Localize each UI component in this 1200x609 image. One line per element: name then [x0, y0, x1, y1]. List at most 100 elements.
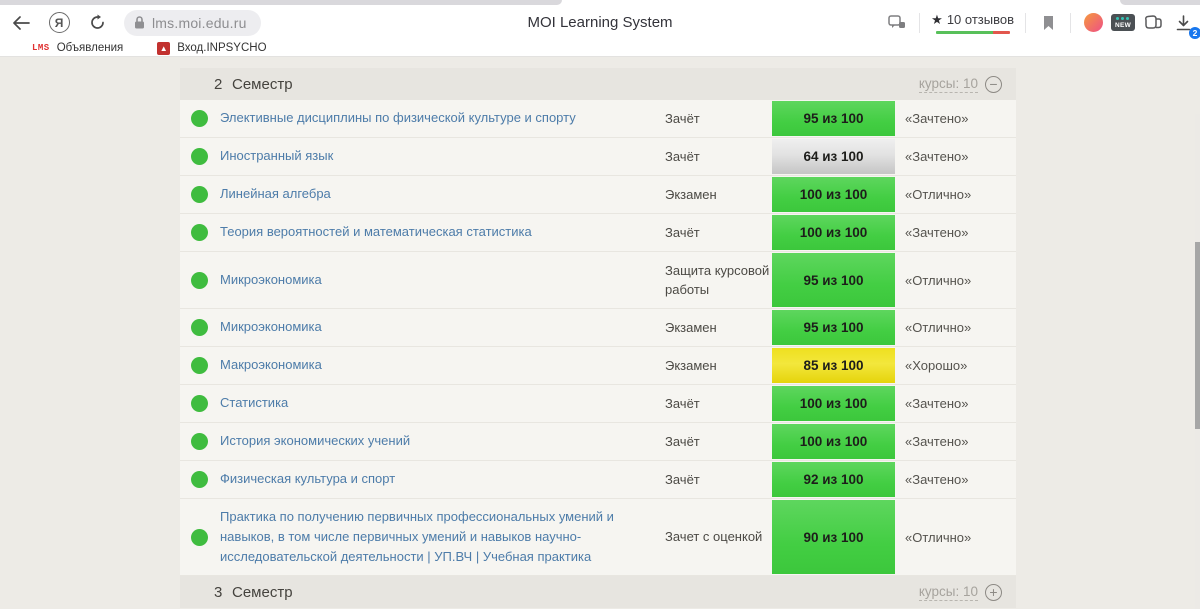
course-link[interactable]: Микроэкономика: [220, 317, 665, 337]
download-icon: [1176, 15, 1191, 31]
browser-toolbar: Я lms.moi.edu.ru MOI Learning System ★ 1…: [0, 5, 1200, 40]
table-row: История экономических учений Зачёт 100 и…: [180, 423, 1016, 461]
status-dot: [180, 529, 220, 546]
download-count-badge: 2: [1189, 27, 1200, 39]
assessment-type: Зачёт: [665, 138, 772, 175]
table-row: Линейная алгебра Экзамен 100 из 100 «Отл…: [180, 176, 1016, 214]
course-link[interactable]: Статистика: [220, 393, 665, 413]
scrollbar-thumb[interactable]: [1195, 242, 1200, 429]
assessment-type: Зачёт: [665, 461, 772, 498]
page-background: 2 Семестр курсы: 10 − Элективные дисципл…: [0, 57, 1200, 609]
new-feature-icon[interactable]: NEW: [1108, 9, 1138, 37]
status-dot: [180, 433, 220, 450]
bookmarks-bar: LMS Объявления ▲ Вход.INPSYCHO: [0, 40, 1200, 57]
status-dot: [180, 357, 220, 374]
assessment-type: Защита курсовой работы: [665, 252, 772, 308]
table-row: Статистика Зачёт 100 из 100 «Зачтено»: [180, 385, 1016, 423]
assessment-type: Зачет с оценкой: [665, 499, 772, 575]
score-badge: 90 из 100: [772, 500, 895, 574]
expand-icon[interactable]: +: [985, 584, 1002, 601]
collapse-icon[interactable]: −: [985, 76, 1002, 93]
address-bar[interactable]: lms.moi.edu.ru: [124, 10, 261, 36]
status-dot: [180, 186, 220, 203]
grade-text: «Отлично»: [895, 530, 1016, 545]
semester-2-header: 2 Семестр курсы: 10 −: [180, 68, 1016, 100]
status-dot: [180, 319, 220, 336]
grade-text: «Зачтено»: [895, 472, 1016, 487]
grade-text: «Зачтено»: [895, 434, 1016, 449]
table-row: Теория вероятностей и математическая ста…: [180, 214, 1016, 252]
assessment-type: Зачёт: [665, 214, 772, 251]
table-row: Физическая культура и спорт Зачёт 92 из …: [180, 461, 1016, 499]
status-dot: [180, 395, 220, 412]
score-badge: 100 из 100: [772, 424, 895, 459]
assessment-type: Экзамен: [665, 309, 772, 346]
yandex-menu-button[interactable]: Я: [44, 9, 74, 37]
score-badge: 95 из 100: [772, 101, 895, 136]
assessment-type: Зачёт: [665, 385, 772, 422]
grade-text: «Отлично»: [895, 320, 1016, 335]
score-badge: 100 из 100: [772, 177, 895, 212]
address-text: lms.moi.edu.ru: [152, 15, 247, 31]
table-row: Иностранный язык Зачёт 64 из 100 «Зачтен…: [180, 138, 1016, 176]
course-link[interactable]: Иностранный язык: [220, 146, 665, 166]
table-row: Микроэкономика Экзамен 95 из 100 «Отличн…: [180, 309, 1016, 347]
course-link[interactable]: История экономических учений: [220, 431, 665, 451]
downloads-button[interactable]: 2: [1168, 9, 1198, 37]
grade-text: «Зачтено»: [895, 149, 1016, 164]
status-dot: [180, 272, 220, 289]
reviews-widget[interactable]: ★ 10 отзывов: [927, 12, 1018, 34]
courses-count-link[interactable]: курсы: 10: [919, 76, 978, 93]
lock-icon: [134, 16, 145, 29]
status-dot: [180, 110, 220, 127]
score-badge: 100 из 100: [772, 386, 895, 421]
grade-text: «Отлично»: [895, 273, 1016, 288]
back-button[interactable]: [6, 9, 36, 37]
semester-3-expand[interactable]: курсы: 10 +: [919, 584, 1002, 601]
course-link[interactable]: Макроэкономика: [220, 355, 665, 375]
grade-text: «Хорошо»: [895, 358, 1016, 373]
assessment-type: Зачёт: [665, 100, 772, 137]
inpsycho-favicon: ▲: [157, 42, 170, 55]
score-badge: 64 из 100: [772, 139, 895, 174]
site-reviews-icon[interactable]: [882, 9, 912, 37]
separator: [1070, 13, 1071, 33]
grade-text: «Зачтено»: [895, 225, 1016, 240]
status-dot: [180, 224, 220, 241]
score-badge: 95 из 100: [772, 253, 895, 307]
grade-text: «Зачтено»: [895, 396, 1016, 411]
assessment-type: Экзамен: [665, 347, 772, 384]
yandex-logo-icon: Я: [49, 12, 70, 33]
assessment-type: Экзамен: [665, 176, 772, 213]
extension-browser-icon[interactable]: [1078, 9, 1108, 37]
course-link[interactable]: Линейная алгебра: [220, 184, 665, 204]
bookmark-item-announcements[interactable]: LMS Объявления: [32, 42, 123, 54]
status-dot: [180, 471, 220, 488]
course-link[interactable]: Элективные дисциплины по физической куль…: [220, 108, 665, 128]
gradebook-table: 2 Семестр курсы: 10 − Элективные дисципл…: [180, 68, 1016, 608]
courses-count-link[interactable]: курсы: 10: [919, 584, 978, 601]
grade-text: «Отлично»: [895, 187, 1016, 202]
reviews-count: 10 отзывов: [947, 12, 1014, 27]
bookmark-item-inpsycho[interactable]: ▲ Вход.INPSYCHO: [157, 42, 266, 55]
course-link[interactable]: Теория вероятностей и математическая ста…: [220, 222, 665, 242]
score-badge: 85 из 100: [772, 348, 895, 383]
collections-icon[interactable]: [1138, 9, 1168, 37]
separator: [919, 13, 920, 33]
table-row: Элективные дисциплины по физической куль…: [180, 100, 1016, 138]
table-row: Макроэкономика Экзамен 85 из 100 «Хорошо…: [180, 347, 1016, 385]
table-row: Микроэкономика Защита курсовой работы 95…: [180, 252, 1016, 309]
course-link[interactable]: Практика по получению первичных професси…: [220, 507, 665, 567]
assessment-type: Зачёт: [665, 423, 772, 460]
semester-2-collapse[interactable]: курсы: 10 −: [919, 76, 1002, 93]
grade-text: «Зачтено»: [895, 111, 1016, 126]
star-icon: ★: [931, 12, 943, 28]
lms-favicon: LMS: [32, 43, 50, 53]
status-dot: [180, 148, 220, 165]
bookmark-flag-icon[interactable]: [1033, 9, 1063, 37]
table-row: Практика по получению первичных професси…: [180, 499, 1016, 576]
course-link[interactable]: Микроэкономика: [220, 270, 665, 290]
refresh-button[interactable]: [82, 9, 112, 37]
score-badge: 92 из 100: [772, 462, 895, 497]
course-link[interactable]: Физическая культура и спорт: [220, 469, 665, 489]
